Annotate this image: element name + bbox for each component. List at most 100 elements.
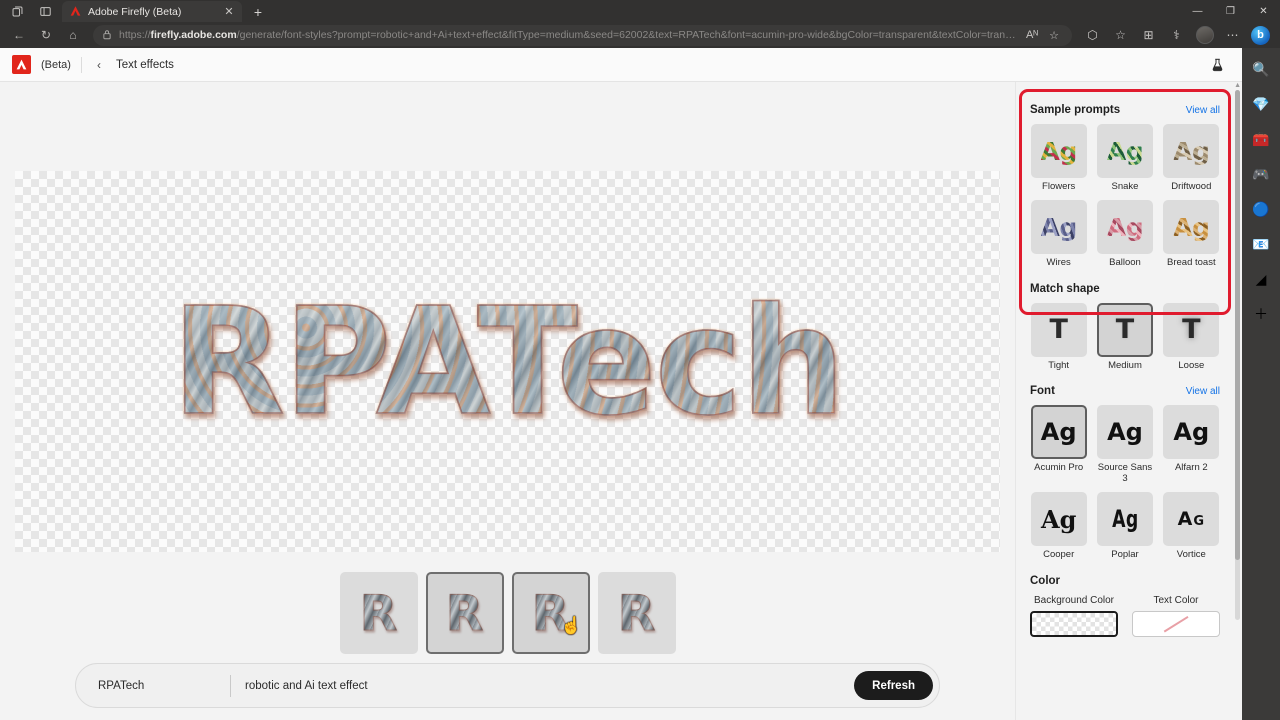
- search-icon[interactable]: 🔍: [1250, 58, 1272, 80]
- vertical-tabs-icon[interactable]: [32, 1, 58, 21]
- sample-prompt-flowers[interactable]: Ag Flowers: [1030, 124, 1087, 192]
- office-icon[interactable]: 🔵: [1250, 198, 1272, 220]
- match-shape-loose[interactable]: T Loose: [1163, 302, 1220, 371]
- sample-prompt-bread-toast[interactable]: Ag Bread toast: [1163, 200, 1220, 268]
- variations-strip: R R R ☝ R: [0, 572, 1015, 654]
- collections-icon[interactable]: ⊞: [1135, 24, 1162, 46]
- art-canvas[interactable]: RPATech RPATech: [15, 171, 1000, 552]
- t-glyph: T: [1182, 314, 1201, 346]
- minimize-button[interactable]: —: [1181, 0, 1214, 22]
- sample-prompt-label: Bread toast: [1167, 257, 1216, 269]
- tools-icon[interactable]: 🧰: [1250, 128, 1272, 150]
- prompt-bar: RPATech robotic and Ai text effect Refre…: [75, 663, 940, 708]
- match-shape-label: Medium: [1108, 359, 1142, 371]
- font-thumb: Ag: [1096, 492, 1153, 547]
- sample-prompt-thumb: Ag: [1163, 200, 1220, 255]
- profile-avatar[interactable]: [1191, 24, 1218, 46]
- scroll-up-arrow-icon[interactable]: ▲: [1234, 82, 1241, 89]
- variation-thumbnail-2[interactable]: R: [425, 572, 504, 654]
- panel-scrollbar-thumb[interactable]: [1235, 90, 1240, 560]
- sample-prompt-wires[interactable]: Ag Wires: [1030, 200, 1087, 268]
- font-thumb: Ag: [1030, 492, 1087, 547]
- font-view-all[interactable]: View all: [1186, 386, 1220, 397]
- beaker-icon[interactable]: [1204, 53, 1230, 77]
- prompt-divider: [230, 674, 231, 697]
- color-title: Color: [1030, 574, 1061, 587]
- color-section: Color Background Color Text Color: [1016, 575, 1234, 637]
- prompt-input-value[interactable]: robotic and Ai text effect: [245, 680, 840, 692]
- back-chevron-icon[interactable]: ‹: [92, 58, 106, 72]
- text-input-value[interactable]: RPATech: [98, 680, 216, 692]
- back-icon[interactable]: ←: [6, 24, 32, 46]
- font-acumin-pro[interactable]: Ag Acumin Pro: [1030, 405, 1087, 484]
- sample-prompt-thumb: Ag: [1096, 200, 1153, 255]
- new-tab-button[interactable]: +: [249, 2, 267, 22]
- font-thumb: Ag: [1030, 405, 1087, 460]
- variation-letter: R: [617, 584, 656, 642]
- lock-icon: [102, 29, 112, 42]
- shopping-icon[interactable]: 💎: [1250, 93, 1272, 115]
- copilot-icon[interactable]: b: [1247, 24, 1274, 46]
- variation-letter: R: [445, 584, 484, 642]
- favorites-icon[interactable]: ☆: [1107, 24, 1134, 46]
- address-bar[interactable]: https://firefly.adobe.com/generate/font-…: [93, 24, 1072, 46]
- more-options-icon[interactable]: ⋯: [1219, 24, 1246, 46]
- sample-prompt-driftwood[interactable]: Ag Driftwood: [1163, 124, 1220, 192]
- outlook-icon[interactable]: 📧: [1250, 233, 1272, 255]
- sample-prompt-thumb: Ag: [1096, 124, 1153, 178]
- font-label: Cooper: [1043, 549, 1075, 561]
- browser-tab[interactable]: Adobe Firefly (Beta) ✕: [62, 1, 242, 22]
- font-source-sans-3[interactable]: Ag Source Sans 3: [1096, 405, 1153, 484]
- sample-prompt-snake[interactable]: Ag Snake: [1096, 124, 1153, 192]
- sample-prompts-view-all[interactable]: View all: [1186, 105, 1220, 116]
- games-icon[interactable]: 🎮: [1250, 163, 1272, 185]
- variation-thumbnail-3[interactable]: R ☝: [511, 572, 590, 654]
- font-thumb: Ag: [1163, 405, 1220, 460]
- window-controls: — ❐ ✕: [1181, 0, 1280, 22]
- font-label: Alfarn 2: [1174, 462, 1208, 474]
- refresh-button[interactable]: Refresh: [854, 671, 933, 700]
- font-thumb: Ag: [1096, 405, 1153, 460]
- avatar: [1195, 26, 1214, 44]
- copilot-glyph: b: [1251, 25, 1270, 45]
- font-vortice[interactable]: Ag Vortice: [1163, 492, 1220, 560]
- font-label: Poplar: [1111, 549, 1139, 561]
- beta-label: (Beta): [41, 58, 71, 71]
- refresh-icon[interactable]: ↻: [33, 24, 59, 46]
- background-color-swatch[interactable]: [1030, 610, 1118, 637]
- drop-icon[interactable]: ◢: [1250, 268, 1272, 290]
- tab-close-icon[interactable]: ✕: [222, 5, 236, 18]
- split-screen-icon[interactable]: ⬡: [1079, 24, 1106, 46]
- font-label: Source Sans 3: [1097, 462, 1153, 484]
- font-poplar[interactable]: Ag Poplar: [1096, 492, 1153, 560]
- match-shape-tight[interactable]: T Tight: [1030, 302, 1087, 371]
- browser-essentials-icon[interactable]: ⚕: [1163, 24, 1190, 46]
- font-title: Font: [1030, 385, 1055, 398]
- font-label: Vortice: [1176, 549, 1206, 561]
- match-shape-medium[interactable]: T Medium: [1096, 302, 1153, 371]
- variation-thumbnail-1[interactable]: R: [339, 572, 418, 654]
- tab-strip: Adobe Firefly (Beta) ✕ + — ❐ ✕: [0, 0, 1280, 22]
- text-color-label: Text Color: [1153, 594, 1199, 606]
- settings-panel: ▲ Sample prompts View all Ag Flowers Ag …: [1015, 82, 1242, 720]
- add-sidebar-icon[interactable]: ＋: [1250, 303, 1272, 325]
- adobe-firefly-logo[interactable]: [12, 55, 31, 74]
- variation-letter: R: [531, 584, 570, 642]
- variation-thumbnail-4[interactable]: R: [597, 572, 676, 654]
- maximize-button[interactable]: ❐: [1214, 0, 1247, 22]
- font-alfarn-2[interactable]: Ag Alfarn 2: [1163, 405, 1220, 484]
- edge-sidebar: 🔍 💎 🧰 🎮 🔵 📧 ◢ ＋: [1242, 48, 1280, 720]
- sample-prompt-balloon[interactable]: Ag Balloon: [1096, 200, 1153, 268]
- home-icon[interactable]: ⌂: [60, 24, 86, 46]
- text-color-swatch[interactable]: [1132, 610, 1220, 637]
- read-aloud-icon[interactable]: Aᴺ: [1023, 29, 1041, 41]
- sample-prompt-label: Balloon: [1109, 257, 1141, 269]
- add-favorite-icon[interactable]: ☆: [1045, 29, 1063, 42]
- match-shape-grid: T Tight T Medium T Loose: [1030, 302, 1220, 371]
- window-close-button[interactable]: ✕: [1247, 0, 1280, 22]
- panel-scrollbar-track[interactable]: [1235, 90, 1240, 620]
- t-glyph: T: [1049, 314, 1068, 346]
- header-divider: [80, 56, 82, 73]
- font-cooper[interactable]: Ag Cooper: [1030, 492, 1087, 560]
- tab-actions-icon[interactable]: [4, 1, 30, 21]
